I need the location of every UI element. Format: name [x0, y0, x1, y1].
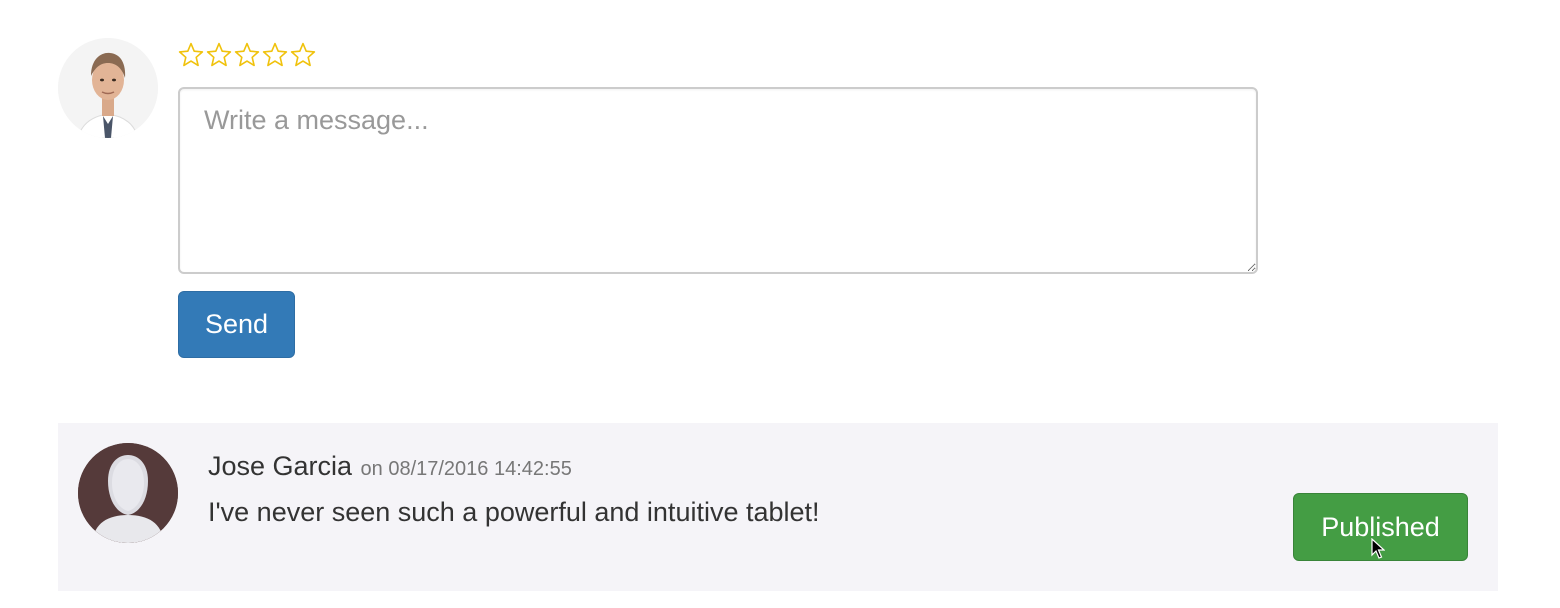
comment-header: Jose Garcia on 08/17/2016 14:42:55: [208, 451, 572, 482]
star-icon[interactable]: [178, 40, 204, 70]
message-input[interactable]: [178, 87, 1258, 274]
review-page: Send Jose Garcia on 08/17/2016 14:42:55 …: [0, 0, 1560, 608]
default-user-icon: [78, 443, 178, 543]
comment-author-avatar: [78, 443, 178, 543]
published-status-button[interactable]: Published: [1293, 493, 1468, 561]
comment-author: Jose Garcia: [208, 451, 353, 481]
comment-item: Jose Garcia on 08/17/2016 14:42:55 I've …: [58, 423, 1498, 591]
user-photo-icon: [58, 38, 158, 138]
comment-date: on 08/17/2016 14:42:55: [360, 458, 572, 480]
star-icon[interactable]: [234, 40, 260, 70]
star-icon[interactable]: [206, 40, 232, 70]
star-rating: [178, 40, 316, 70]
star-icon[interactable]: [290, 40, 316, 70]
current-user-avatar: [58, 38, 158, 138]
comment-text: I've never seen such a powerful and intu…: [208, 497, 820, 527]
send-button[interactable]: Send: [178, 291, 295, 358]
star-icon[interactable]: [262, 40, 288, 70]
